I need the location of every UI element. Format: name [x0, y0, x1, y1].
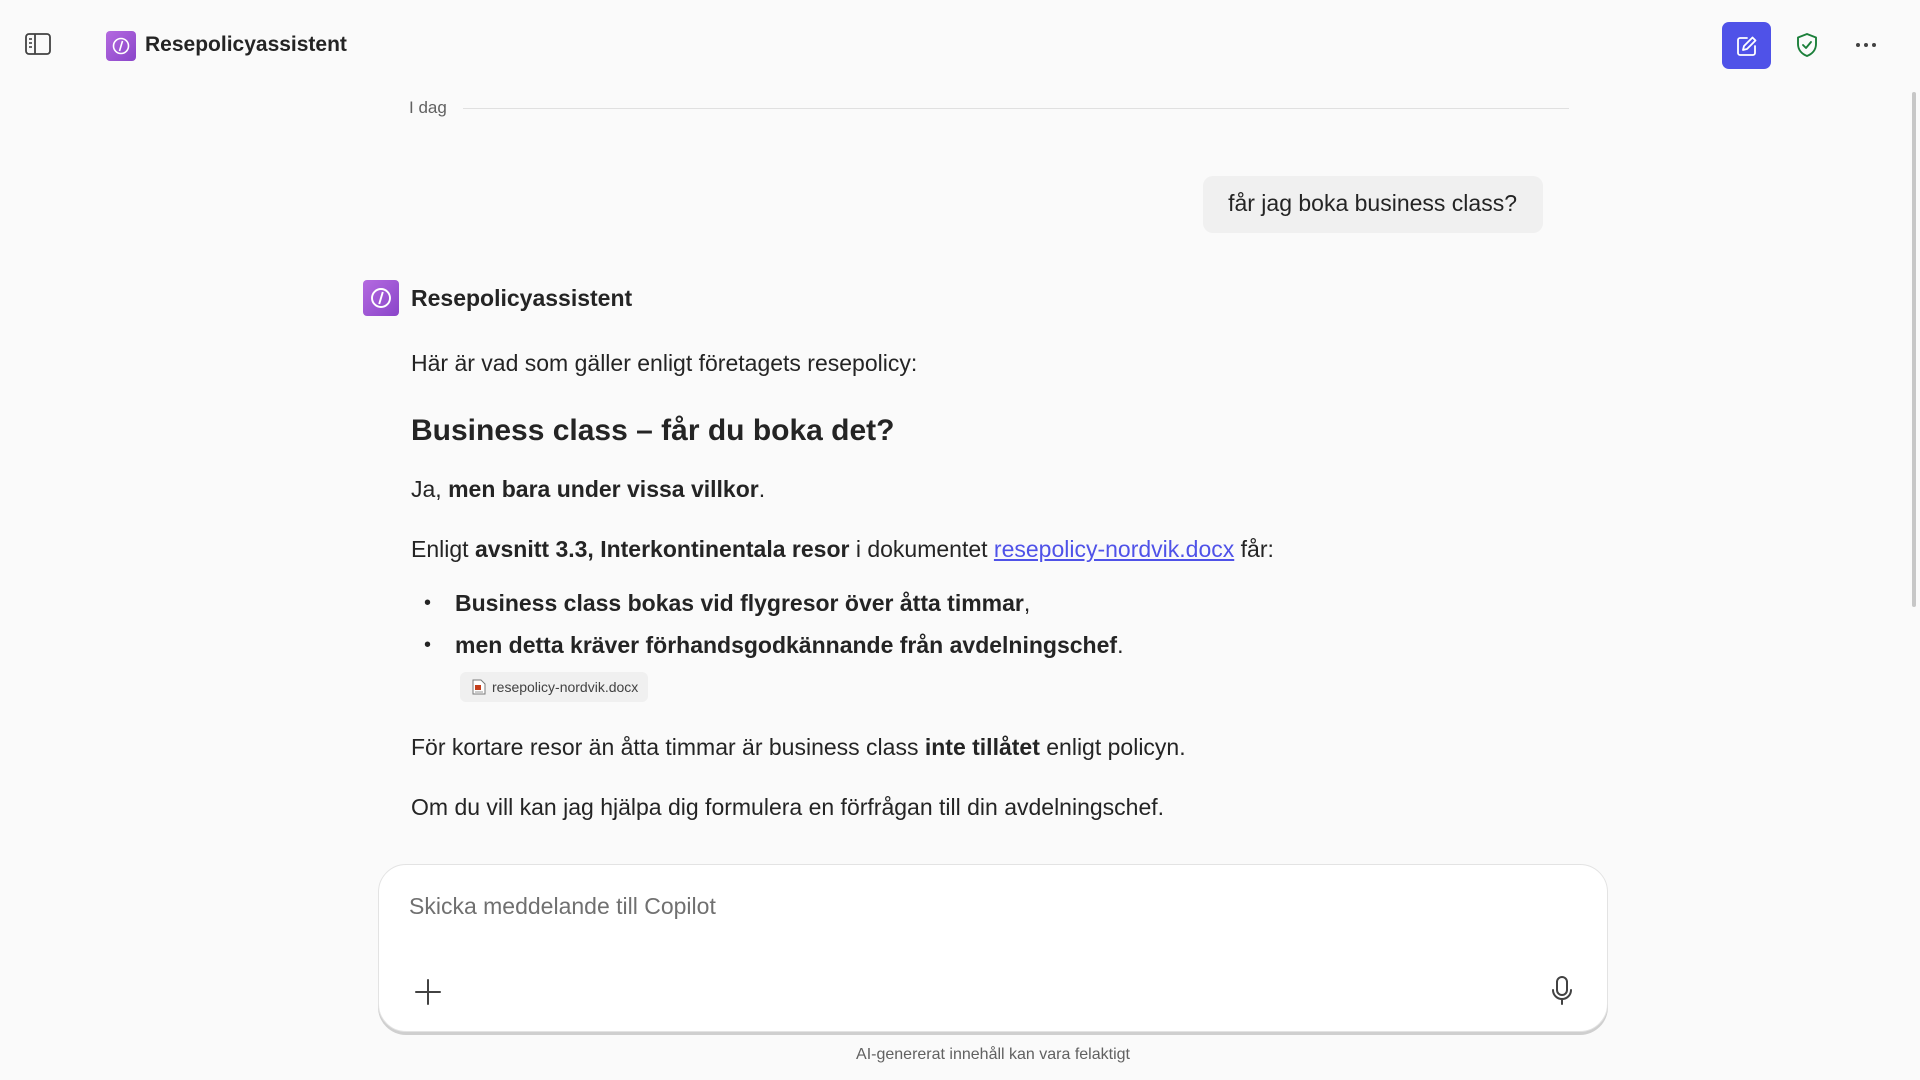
document-file-icon [472, 679, 486, 695]
answer-heading: Business class – får du boka det? [411, 414, 895, 447]
text-span: i dokumentet [849, 536, 994, 562]
text-span: Enligt [411, 536, 475, 562]
assistant-name: Resepolicyassistent [411, 285, 633, 311]
bold-text: Business class bokas vid flygresor över … [455, 590, 1024, 616]
add-attachment-button[interactable] [411, 975, 445, 1009]
text-span: . [758, 476, 766, 502]
citation-chip[interactable]: resepolicy-nordvik.docx [460, 672, 649, 702]
citation-label: resepolicy-nordvik.docx [492, 679, 639, 695]
shield-check-icon [1797, 33, 1817, 57]
scrollbar-thumb[interactable] [1912, 92, 1916, 607]
microphone-button[interactable] [1545, 973, 1579, 1009]
text-span: enligt policyn. [1039, 734, 1186, 760]
bullet-icon: • [424, 634, 432, 656]
divider-line [463, 108, 1569, 109]
text-span: För kortare resor än åtta timmar är busi… [411, 734, 925, 760]
message-input[interactable] [409, 893, 1509, 920]
bold-text: inte tillåtet [924, 734, 1040, 760]
compose-icon [1736, 36, 1756, 56]
text-span: , [1023, 590, 1031, 616]
answer-paragraph-2: Enligt avsnitt 3.3, Interkontinentala re… [411, 534, 1274, 564]
microphone-icon [1552, 976, 1572, 1005]
plus-icon [415, 979, 441, 1005]
top-bar: Resepolicyassistent [0, 0, 1920, 92]
bullet-item: Business class bokas vid flygresor över … [455, 588, 1030, 618]
text-span: . [1117, 632, 1124, 658]
date-divider: I dag [409, 96, 1569, 120]
bold-text: men bara under vissa villkor [448, 476, 759, 502]
bold-text: avsnitt 3.3, Interkontinentala resor [474, 536, 850, 562]
assistant-avatar-icon [363, 280, 399, 316]
app-logo-icon [106, 31, 136, 61]
user-message: får jag boka business class? [1203, 176, 1543, 233]
shield-button[interactable] [1790, 28, 1824, 62]
bullet-item: men detta kräver förhandsgodkännande frå… [455, 630, 1123, 660]
text-span: får: [1234, 536, 1274, 562]
text-span: Ja, [411, 476, 449, 502]
ai-disclaimer: AI-genererat innehåll kan vara felaktigt [856, 1046, 1130, 1063]
message-composer [378, 864, 1608, 1032]
answer-paragraph-1: Ja, men bara under vissa villkor. [411, 474, 765, 504]
bullet-icon: • [424, 592, 432, 614]
bold-text: men detta kräver förhandsgodkännande frå… [455, 632, 1118, 658]
app-title: Resepolicyassistent [145, 33, 347, 56]
sidebar-toggle-icon[interactable] [22, 30, 54, 58]
more-horizontal-icon [1856, 43, 1876, 47]
assistant-intro: Här är vad som gäller enligt företagets … [411, 350, 918, 376]
date-label: I dag [409, 98, 447, 117]
new-chat-button[interactable] [1722, 22, 1771, 69]
answer-paragraph-4: Om du vill kan jag hjälpa dig formulera … [411, 794, 1165, 820]
more-options-button[interactable] [1848, 28, 1884, 62]
document-link[interactable]: resepolicy-nordvik.docx [994, 536, 1234, 562]
answer-paragraph-3: För kortare resor än åtta timmar är busi… [411, 732, 1186, 762]
scrollbar[interactable] [1908, 92, 1920, 1080]
